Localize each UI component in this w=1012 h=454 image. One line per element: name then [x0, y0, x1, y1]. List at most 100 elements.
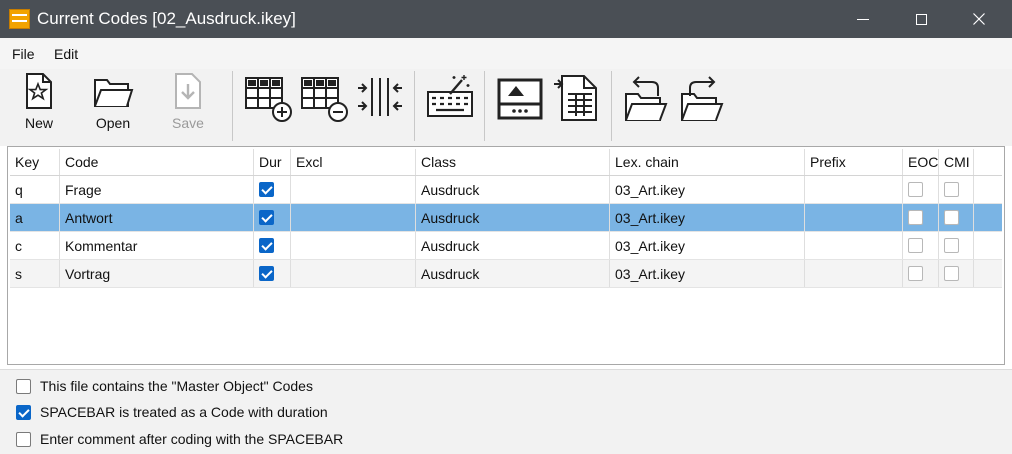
cmi-cell — [939, 176, 974, 203]
eoc-checkbox[interactable] — [908, 266, 923, 281]
cmi-checkbox[interactable] — [944, 238, 959, 253]
add-row-button[interactable] — [242, 72, 294, 138]
column-header-excl[interactable]: Excl — [291, 149, 416, 175]
code-cell[interactable]: Antwort — [60, 204, 254, 231]
new-button[interactable]: New — [14, 72, 64, 138]
minimize-icon — [857, 18, 869, 20]
menu-edit[interactable]: Edit — [54, 46, 78, 62]
table-row[interactable]: c Kommentar Ausdruck 03_Art.ikey — [10, 232, 1002, 260]
eoc-checkbox[interactable] — [908, 210, 923, 225]
prefix-cell[interactable] — [805, 176, 903, 203]
eoc-cell — [903, 260, 939, 287]
excl-cell[interactable] — [291, 260, 416, 287]
title-bar: Current Codes [02_Ausdruck.ikey] — [0, 0, 1012, 38]
lex-chain-cell[interactable]: 03_Art.ikey — [610, 204, 805, 231]
spacebar-comment-option[interactable]: Enter comment after coding with the SPAC… — [16, 431, 343, 447]
prefix-cell[interactable] — [805, 260, 903, 287]
table-row[interactable]: q Frage Ausdruck 03_Art.ikey — [10, 176, 1002, 204]
menu-bar: File Edit — [0, 38, 1012, 69]
master-object-label: This file contains the "Master Object" C… — [40, 378, 313, 394]
table-row[interactable]: s Vortrag Ausdruck 03_Art.ikey — [10, 260, 1002, 288]
export-list-button[interactable] — [552, 72, 602, 138]
class-cell[interactable]: Ausdruck — [416, 204, 610, 231]
key-cell[interactable]: s — [10, 260, 60, 287]
spacebar-duration-option[interactable]: SPACEBAR is treated as a Code with durat… — [16, 404, 328, 420]
code-cell[interactable]: Vortrag — [60, 260, 254, 287]
folder-forward-button[interactable] — [677, 72, 727, 138]
open-button[interactable]: Open — [88, 72, 138, 138]
cmi-checkbox[interactable] — [944, 182, 959, 197]
key-cell[interactable]: a — [10, 204, 60, 231]
prefix-cell[interactable] — [805, 204, 903, 231]
dur-cell — [254, 260, 291, 287]
dur-checkbox[interactable] — [259, 210, 274, 225]
save-button[interactable]: Save — [163, 72, 213, 138]
lex-chain-cell[interactable]: 03_Art.ikey — [610, 232, 805, 259]
app-icon — [9, 9, 30, 29]
toolbar-separator — [232, 71, 233, 141]
lex-chain-cell[interactable]: 03_Art.ikey — [610, 260, 805, 287]
cmi-cell — [939, 232, 974, 259]
table-row[interactable]: a Antwort Ausdruck 03_Art.ikey — [10, 204, 1002, 232]
column-header-dur[interactable]: Dur — [254, 149, 291, 175]
cmi-checkbox[interactable] — [944, 266, 959, 281]
class-cell[interactable]: Ausdruck — [416, 176, 610, 203]
menu-file[interactable]: File — [12, 46, 35, 62]
code-cell[interactable]: Kommentar — [60, 232, 254, 259]
codes-grid: Key Code Dur Excl Class Lex. chain Prefix EOC CM… — [10, 149, 1002, 288]
window-title: Current Codes [02_Ausdruck.ikey] — [37, 9, 296, 28]
master-object-checkbox[interactable] — [16, 378, 31, 394]
excl-cell[interactable] — [291, 176, 416, 203]
toolbar-separator — [484, 71, 485, 141]
maximize-icon — [915, 13, 927, 25]
eoc-cell — [903, 232, 939, 259]
code-cell[interactable]: Frage — [60, 176, 254, 203]
dur-checkbox[interactable] — [259, 266, 274, 281]
column-header-key[interactable]: Key — [10, 149, 60, 175]
column-header-cmi[interactable]: CMI — [939, 149, 974, 175]
import-button[interactable] — [494, 72, 548, 138]
column-header-prefix[interactable]: Prefix — [805, 149, 903, 175]
excl-cell[interactable] — [291, 204, 416, 231]
table-header-row: Key Code Dur Excl Class Lex. chain Prefix EOC CM… — [10, 149, 1002, 176]
cmi-checkbox[interactable] — [944, 210, 959, 225]
eoc-checkbox[interactable] — [908, 238, 923, 253]
maximize-button[interactable] — [898, 0, 944, 38]
class-cell[interactable]: Ausdruck — [416, 260, 610, 287]
lex-chain-cell[interactable]: 03_Art.ikey — [610, 176, 805, 203]
folder-back-button[interactable] — [621, 72, 671, 138]
key-cell[interactable]: c — [10, 232, 60, 259]
dur-checkbox[interactable] — [259, 238, 274, 253]
excl-cell[interactable] — [291, 232, 416, 259]
column-header-code[interactable]: Code — [60, 149, 254, 175]
spacebar-comment-checkbox[interactable] — [16, 431, 31, 447]
spacebar-duration-checkbox[interactable] — [16, 404, 31, 420]
column-header-eoc[interactable]: EOC — [903, 149, 939, 175]
key-cell[interactable]: q — [10, 176, 60, 203]
minimize-button[interactable] — [840, 0, 886, 38]
codes-table: Key Code Dur Excl Class Lex. chain Prefix EOC CM… — [7, 146, 1005, 365]
master-object-option[interactable]: This file contains the "Master Object" C… — [16, 378, 313, 394]
cmi-cell — [939, 204, 974, 231]
prefix-cell[interactable] — [805, 232, 903, 259]
column-header-lex-chain[interactable]: Lex. chain — [610, 149, 805, 175]
dur-checkbox[interactable] — [259, 182, 274, 197]
device-upload-icon — [497, 78, 543, 120]
keyboard-button[interactable] — [424, 72, 476, 138]
table-add-icon — [245, 77, 292, 122]
eoc-cell — [903, 204, 939, 231]
column-header-class[interactable]: Class — [416, 149, 610, 175]
spacebar-duration-label: SPACEBAR is treated as a Code with durat… — [40, 404, 328, 420]
cmi-cell — [939, 260, 974, 287]
resize-columns-button[interactable] — [354, 72, 406, 138]
close-button[interactable] — [956, 0, 1002, 38]
table-remove-icon — [301, 77, 348, 122]
eoc-checkbox[interactable] — [908, 182, 923, 197]
class-cell[interactable]: Ausdruck — [416, 232, 610, 259]
column-resize-icon — [358, 78, 402, 116]
keyboard-wand-icon — [427, 75, 473, 117]
dur-cell — [254, 176, 291, 203]
new-label: New — [24, 115, 53, 131]
folder-forward-icon — [681, 76, 724, 121]
remove-row-button[interactable] — [298, 72, 350, 138]
